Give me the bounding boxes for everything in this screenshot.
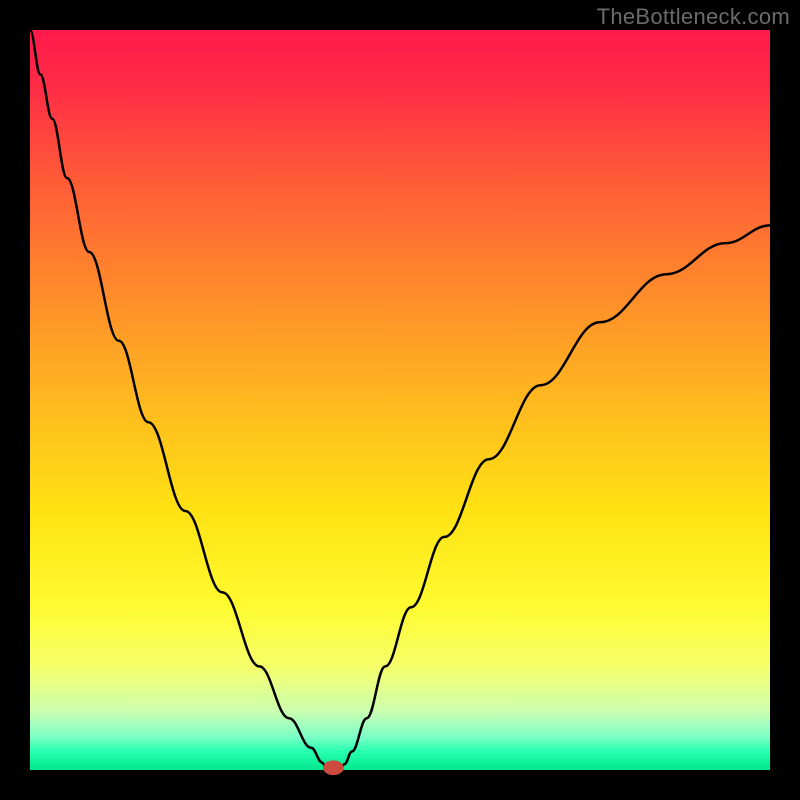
chart-plot-area [30, 30, 770, 770]
marker-optimal-point [323, 760, 344, 775]
bottleneck-chart [0, 0, 800, 800]
chart-frame: TheBottleneck.com [0, 0, 800, 800]
watermark-label: TheBottleneck.com [597, 4, 790, 30]
